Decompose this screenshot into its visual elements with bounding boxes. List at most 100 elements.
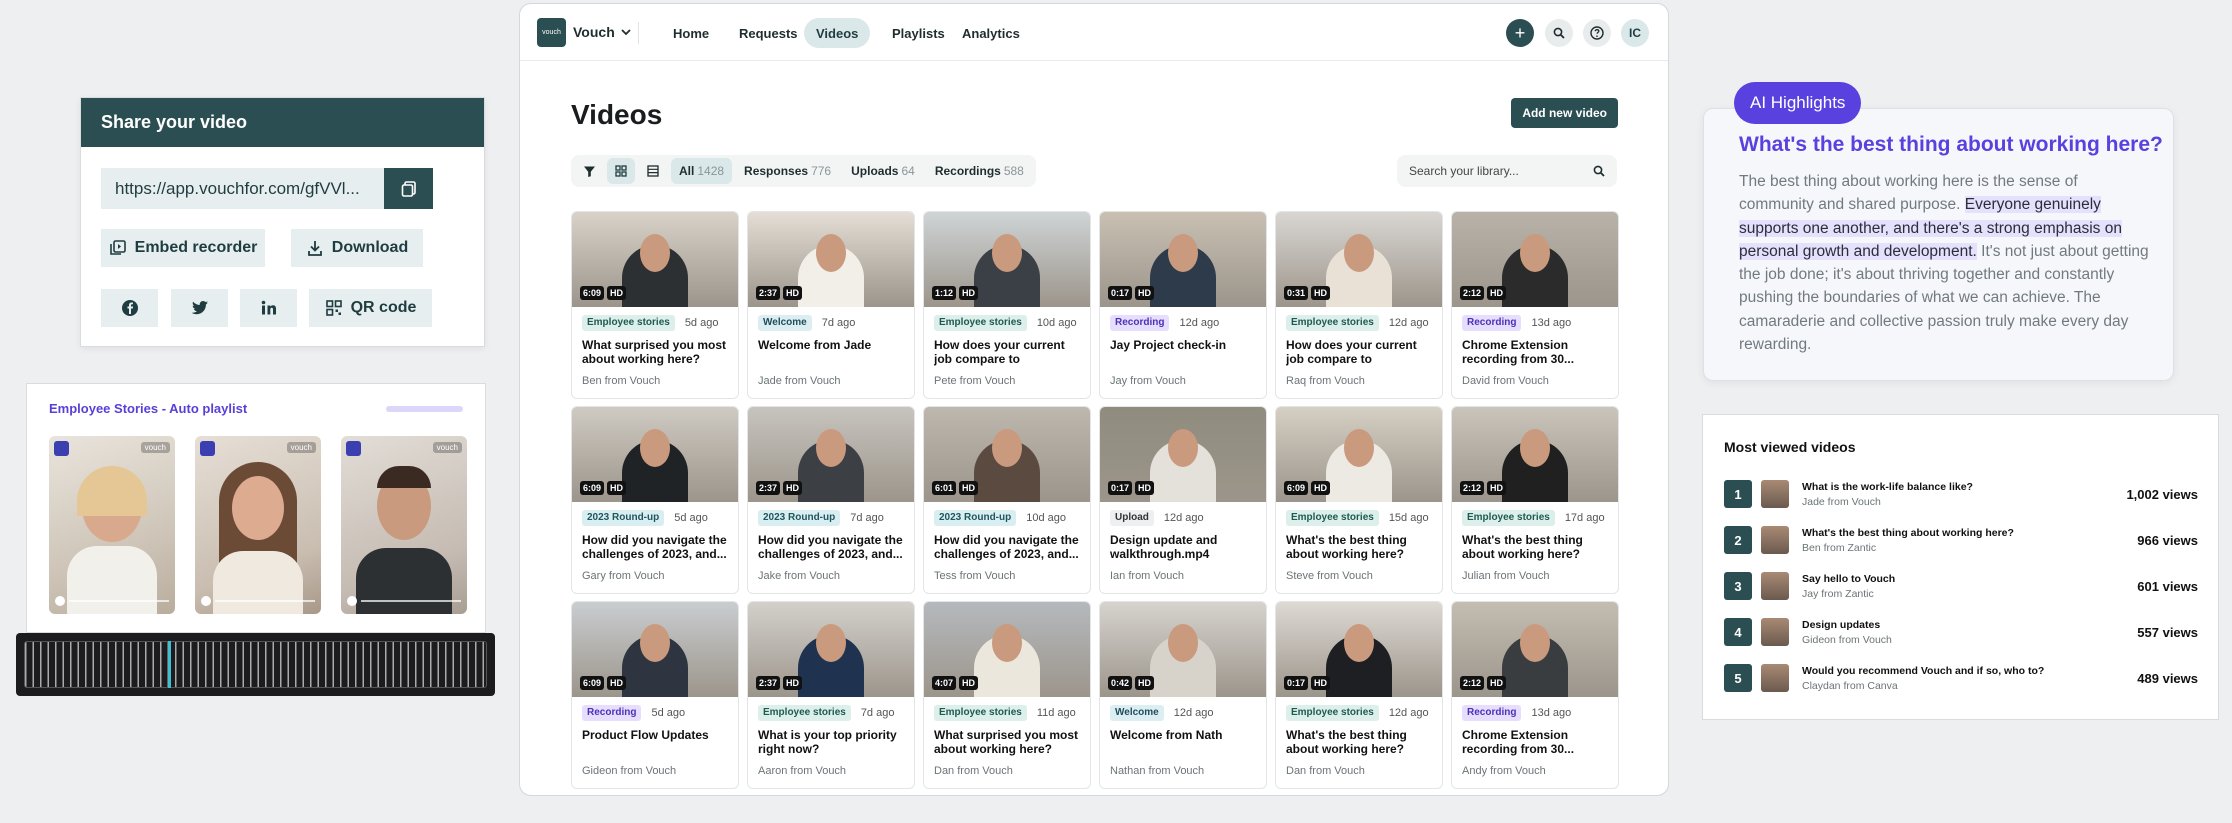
filter-tab-recordings[interactable]: Recordings 588 xyxy=(927,158,1032,184)
workspace-switcher[interactable]: Vouch xyxy=(573,24,631,40)
video-title[interactable]: Jay Project check-in xyxy=(1110,338,1258,352)
video-title[interactable]: Design update and walkthrough.mp4 xyxy=(1110,533,1258,561)
video-card[interactable]: 0:17 HD Recording 12d ago Jay Project ch… xyxy=(1099,211,1267,399)
video-thumbnail[interactable]: 2:37 HD xyxy=(748,212,914,307)
video-tag[interactable]: 2023 Round-up xyxy=(758,510,841,526)
video-title[interactable]: What's the best thing about working here… xyxy=(1462,533,1610,561)
video-tag[interactable]: Employee stories xyxy=(1462,510,1555,526)
video-tag[interactable]: Employee stories xyxy=(934,315,1027,331)
video-title[interactable]: What's the best thing about working here… xyxy=(1286,728,1434,756)
video-thumbnail[interactable]: 2:37 HD xyxy=(748,407,914,502)
video-thumbnail[interactable]: 6:01 HD xyxy=(924,407,1090,502)
nav-home[interactable]: Home xyxy=(661,18,721,48)
video-tag[interactable]: Welcome xyxy=(1110,705,1164,721)
video-title[interactable]: Welcome from Jade xyxy=(758,338,906,352)
video-thumbnail[interactable]: 0:17 HD xyxy=(1100,407,1266,502)
video-title[interactable]: What's the best thing about working here… xyxy=(1286,533,1434,561)
download-button[interactable]: Download xyxy=(291,229,423,267)
video-card[interactable]: 2:37 HD Welcome 7d ago Welcome from Jade… xyxy=(747,211,915,399)
play-icon[interactable] xyxy=(347,596,357,606)
video-title[interactable]: Product Flow Updates xyxy=(582,728,730,742)
video-card[interactable]: 0:42 HD Welcome 12d ago Welcome from Nat… xyxy=(1099,601,1267,789)
most-viewed-title-text[interactable]: What is the work-life balance like? xyxy=(1802,481,2126,493)
video-card[interactable]: 0:31 HD Employee stories 12d ago How doe… xyxy=(1275,211,1443,399)
nav-playlists[interactable]: Playlists xyxy=(880,18,957,48)
nav-requests[interactable]: Requests xyxy=(727,18,810,48)
video-card[interactable]: 2:37 HD 2023 Round-up 7d ago How did you… xyxy=(747,406,915,594)
filter-tab-uploads[interactable]: Uploads 64 xyxy=(843,158,923,184)
grid-view-button[interactable] xyxy=(607,158,635,184)
video-card[interactable]: 6:09 HD Employee stories 5d ago What sur… xyxy=(571,211,739,399)
user-avatar[interactable]: IC xyxy=(1621,19,1649,47)
playlist-video-3[interactable]: vouch xyxy=(341,436,467,614)
video-thumbnail[interactable]: 6:09 HD xyxy=(572,602,738,697)
video-title[interactable]: How did you navigate the challenges of 2… xyxy=(758,533,906,561)
playlist-video-1[interactable]: vouch xyxy=(49,436,175,614)
most-viewed-title-text[interactable]: Say hello to Vouch xyxy=(1802,573,2137,585)
video-thumbnail[interactable]: 6:09 HD xyxy=(572,407,738,502)
list-view-button[interactable] xyxy=(639,158,667,184)
timeline-playhead[interactable] xyxy=(168,641,171,688)
playlist-video-2[interactable]: vouch xyxy=(195,436,321,614)
video-thumbnail[interactable]: 2:37 HD xyxy=(748,602,914,697)
video-thumbnail[interactable]: 6:09 HD xyxy=(1276,407,1442,502)
most-viewed-title-text[interactable]: Design updates xyxy=(1802,619,2137,631)
facebook-share-button[interactable] xyxy=(101,289,158,327)
most-viewed-title-text[interactable]: What's the best thing about working here… xyxy=(1802,527,2137,539)
video-title[interactable]: Welcome from Nath xyxy=(1110,728,1258,742)
video-thumbnail[interactable]: 0:17 HD xyxy=(1276,602,1442,697)
video-title[interactable]: Chrome Extension recording from 30... xyxy=(1462,728,1610,756)
video-title[interactable]: What is your top priority right now? xyxy=(758,728,906,756)
video-tag[interactable]: 2023 Round-up xyxy=(934,510,1017,526)
timeline-track[interactable] xyxy=(24,641,487,688)
video-card[interactable]: 6:01 HD 2023 Round-up 10d ago How did yo… xyxy=(923,406,1091,594)
video-card[interactable]: 6:09 HD 2023 Round-up 5d ago How did you… xyxy=(571,406,739,594)
twitter-share-button[interactable] xyxy=(171,289,228,327)
video-tag[interactable]: Employee stories xyxy=(934,705,1027,721)
video-thumbnail[interactable]: 0:42 HD xyxy=(1100,602,1266,697)
video-tag[interactable]: Recording xyxy=(1110,315,1170,331)
most-viewed-item[interactable]: 5 Would you recommend Vouch and if so, w… xyxy=(1724,661,2198,695)
video-thumbnail[interactable]: 4:07 HD xyxy=(924,602,1090,697)
video-card[interactable]: 6:09 HD Recording 5d ago Product Flow Up… xyxy=(571,601,739,789)
play-icon[interactable] xyxy=(55,596,65,606)
most-viewed-item[interactable]: 4 Design updates Gideon from Vouch 557 v… xyxy=(1724,615,2198,649)
video-tag[interactable]: Employee stories xyxy=(1286,315,1379,331)
video-title[interactable]: How does your current job compare to pre… xyxy=(934,338,1082,366)
video-thumbnail[interactable]: 2:12 HD xyxy=(1452,602,1618,697)
qr-code-button[interactable]: QR code xyxy=(309,289,432,327)
video-tag[interactable]: Employee stories xyxy=(1286,705,1379,721)
most-viewed-item[interactable]: 3 Say hello to Vouch Jay from Zantic 601… xyxy=(1724,569,2198,603)
video-title[interactable]: What surprised you most about working he… xyxy=(582,338,730,366)
search-icon[interactable] xyxy=(1545,19,1573,47)
video-title[interactable]: Chrome Extension recording from 30... xyxy=(1462,338,1610,366)
filter-tab-all[interactable]: All 1428 xyxy=(671,158,733,184)
video-title[interactable]: How does your current job compare to pre… xyxy=(1286,338,1434,366)
video-tag[interactable]: Upload xyxy=(1110,510,1154,526)
video-thumbnail[interactable]: 2:12 HD xyxy=(1452,212,1618,307)
video-tag[interactable]: Recording xyxy=(1462,315,1522,331)
video-tag[interactable]: Recording xyxy=(582,705,642,721)
video-title[interactable]: How did you navigate the challenges of 2… xyxy=(934,533,1082,561)
video-timeline-scrubber[interactable] xyxy=(16,633,495,696)
video-tag[interactable]: Employee stories xyxy=(1286,510,1379,526)
video-thumbnail[interactable]: 0:31 HD xyxy=(1276,212,1442,307)
video-controls[interactable] xyxy=(347,594,461,608)
play-icon[interactable] xyxy=(201,596,211,606)
nav-videos[interactable]: Videos xyxy=(804,18,871,48)
vouch-logo[interactable]: vouch xyxy=(537,18,566,47)
video-card[interactable]: 1:12 HD Employee stories 10d ago How doe… xyxy=(923,211,1091,399)
video-title[interactable]: How did you navigate the challenges of 2… xyxy=(582,533,730,561)
nav-analytics[interactable]: Analytics xyxy=(950,18,1032,48)
video-card[interactable]: 2:12 HD Recording 13d ago Chrome Extensi… xyxy=(1451,211,1619,399)
embed-recorder-button[interactable]: Embed recorder xyxy=(101,229,265,267)
video-tag[interactable]: Employee stories xyxy=(582,315,675,331)
add-new-video-button[interactable]: Add new video xyxy=(1511,98,1618,128)
most-viewed-item[interactable]: 1 What is the work-life balance like? Ja… xyxy=(1724,477,2198,511)
video-thumbnail[interactable]: 6:09 HD xyxy=(572,212,738,307)
filter-button[interactable] xyxy=(575,158,603,184)
video-card[interactable]: 0:17 HD Employee stories 12d ago What's … xyxy=(1275,601,1443,789)
video-card[interactable]: 6:09 HD Employee stories 15d ago What's … xyxy=(1275,406,1443,594)
share-url-field[interactable]: https://app.vouchfor.com/gfVVl... xyxy=(101,168,384,209)
video-card[interactable]: 2:12 HD Employee stories 17d ago What's … xyxy=(1451,406,1619,594)
